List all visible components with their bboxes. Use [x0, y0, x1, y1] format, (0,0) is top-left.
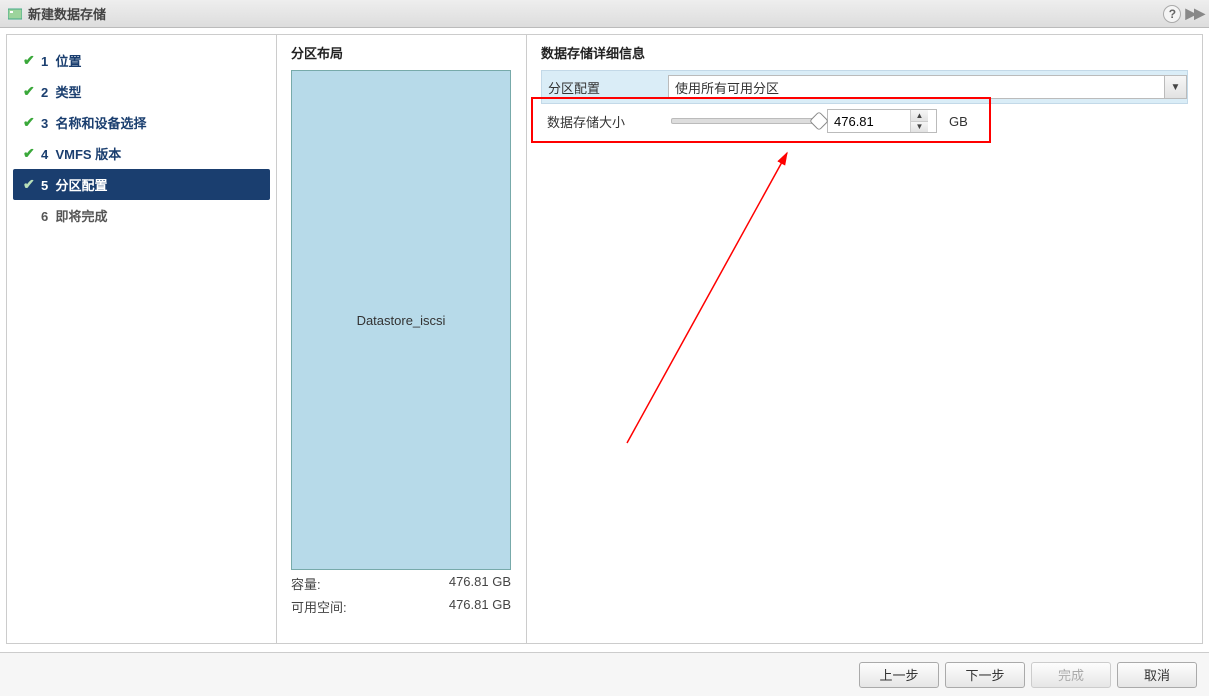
slider-thumb[interactable] — [809, 111, 829, 131]
partition-config-row: 分区配置 使用所有可用分区 ▼ — [541, 70, 1188, 104]
size-slider[interactable] — [671, 118, 821, 124]
dropdown-selected: 使用所有可用分区 — [669, 78, 1164, 97]
capacity-label: 容量: — [291, 574, 321, 593]
wizard-main: 分区布局 Datastore_iscsi 容量: 476.81 GB 可用空间:… — [277, 35, 1202, 643]
detail-title: 数据存储详细信息 — [541, 43, 1188, 62]
partition-block: Datastore_iscsi — [291, 70, 511, 570]
step-vmfs-version[interactable]: ✔ 4 VMFS 版本 — [7, 138, 276, 169]
size-input[interactable] — [828, 110, 910, 132]
datastore-name: Datastore_iscsi — [357, 313, 446, 328]
finish-button: 完成 — [1031, 662, 1111, 688]
step-location[interactable]: ✔ 1 位置 — [7, 45, 276, 76]
partition-layout-panel: 分区布局 Datastore_iscsi 容量: 476.81 GB 可用空间:… — [277, 35, 527, 643]
prev-button[interactable]: 上一步 — [859, 662, 939, 688]
datastore-size-row: 数据存储大小 ▲ ▼ GB — [541, 104, 1188, 138]
help-icon[interactable]: ? — [1163, 5, 1181, 23]
size-unit: GB — [949, 114, 968, 129]
wizard-sidebar: ✔ 1 位置 ✔ 2 类型 ✔ 3 名称和设备选择 ✔ 4 VMFS 版本 ✔ … — [7, 35, 277, 643]
spinner-up-icon[interactable]: ▲ — [911, 110, 928, 122]
check-icon: ✔ — [23, 83, 41, 100]
datastore-size-label: 数据存储大小 — [541, 112, 661, 131]
check-icon: ✔ — [23, 145, 41, 162]
size-spinner[interactable]: ▲ ▼ — [827, 109, 937, 133]
capacity-value: 476.81 GB — [449, 574, 511, 593]
check-icon: ✔ — [23, 176, 41, 193]
step-ready-complete[interactable]: 6 即将完成 — [7, 200, 276, 231]
wizard-footer: 上一步 下一步 完成 取消 — [0, 652, 1209, 696]
partition-config-dropdown[interactable]: 使用所有可用分区 ▼ — [668, 75, 1187, 99]
free-space-label: 可用空间: — [291, 597, 347, 616]
cancel-button[interactable]: 取消 — [1117, 662, 1197, 688]
check-icon: ✔ — [23, 114, 41, 131]
step-name-device[interactable]: ✔ 3 名称和设备选择 — [7, 107, 276, 138]
chevron-down-icon[interactable]: ▼ — [1164, 76, 1186, 98]
free-space-row: 可用空间: 476.81 GB — [291, 597, 511, 616]
datastore-detail-panel: 数据存储详细信息 分区配置 使用所有可用分区 ▼ 数据存储大小 — [527, 35, 1202, 643]
wizard-body: ✔ 1 位置 ✔ 2 类型 ✔ 3 名称和设备选择 ✔ 4 VMFS 版本 ✔ … — [6, 34, 1203, 644]
partition-layout-title: 分区布局 — [291, 43, 512, 62]
partition-config-label: 分区配置 — [542, 78, 662, 97]
spinner-down-icon[interactable]: ▼ — [911, 122, 928, 133]
annotation-arrow — [587, 143, 967, 463]
next-button[interactable]: 下一步 — [945, 662, 1025, 688]
collapse-icon[interactable]: ▶▶ — [1185, 5, 1203, 22]
check-icon: ✔ — [23, 52, 41, 69]
step-partition-config[interactable]: ✔ 5 分区配置 — [13, 169, 270, 200]
datastore-icon — [8, 7, 22, 21]
free-space-value: 476.81 GB — [449, 597, 511, 616]
titlebar: 新建数据存储 ? ▶▶ — [0, 0, 1209, 28]
capacity-row: 容量: 476.81 GB — [291, 574, 511, 593]
dialog-title: 新建数据存储 — [28, 4, 106, 23]
step-type[interactable]: ✔ 2 类型 — [7, 76, 276, 107]
